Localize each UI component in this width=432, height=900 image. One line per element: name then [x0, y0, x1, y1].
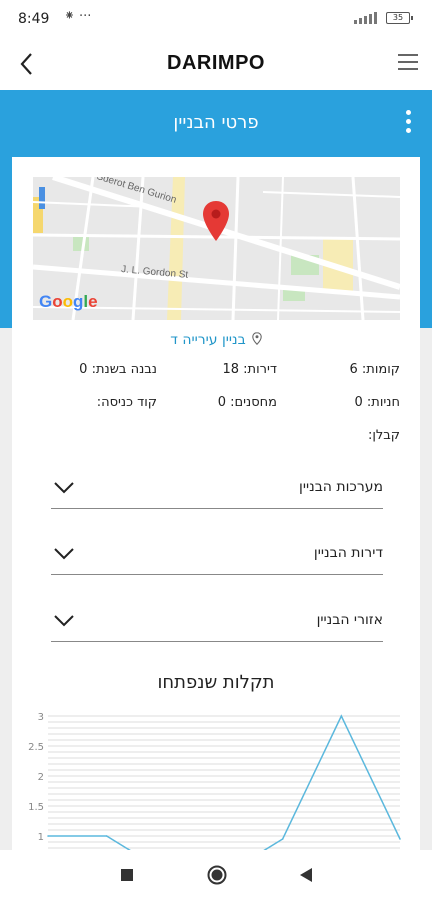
- built-year-value: נבנה בשנת: 0: [79, 362, 157, 377]
- section-building-areas[interactable]: אזורי הבניין: [51, 602, 383, 642]
- building-card: Sderot Ben Gurion J. L. Gordon St Google…: [12, 157, 420, 850]
- building-name: בניין עירייה ד: [170, 332, 246, 348]
- contractor-value: קבלן:: [367, 428, 400, 443]
- data-point: [105, 835, 108, 837]
- home-button[interactable]: [206, 865, 228, 885]
- section-label: אזורי הבניין: [316, 612, 383, 628]
- status-bar: 8:49 ⁕ ··· 35: [0, 0, 432, 40]
- status-right: 35: [354, 12, 413, 24]
- y-tick-label: 2: [38, 772, 44, 783]
- building-name-link[interactable]: בניין עירייה ד: [12, 332, 420, 348]
- shops-value: חניות: 0: [354, 395, 401, 410]
- dot-icon: [406, 110, 411, 115]
- status-notification-icons: ⁕ ···: [64, 9, 92, 24]
- info-row: קומות: 6 דירות: 18 נבנה בשנת: 0: [33, 362, 400, 382]
- section-label: דירות הבניין: [313, 545, 383, 561]
- menu-line-icon: [398, 61, 418, 63]
- status-time: 8:49: [18, 11, 50, 27]
- map-pin-icon: [203, 201, 229, 241]
- opened-faults-chart: 32.521.510.5: [28, 712, 401, 850]
- page-title: פרטי הבניין: [173, 112, 259, 133]
- data-point: [281, 838, 284, 840]
- location-pin-icon: [252, 332, 262, 345]
- data-point: [399, 838, 401, 840]
- menu-line-icon: [398, 54, 418, 56]
- chevron-down-icon: [54, 482, 74, 494]
- map-view[interactable]: Sderot Ben Gurion J. L. Gordon St Google: [33, 177, 400, 320]
- chevron-down-icon: [54, 615, 74, 627]
- entry-code-value: קוד כניסה:: [96, 395, 157, 410]
- y-tick-label: 2.5: [28, 742, 44, 753]
- data-point: [47, 835, 49, 837]
- dot-icon: [406, 128, 411, 133]
- info-row: קבלן:: [33, 428, 400, 448]
- data-point: [340, 715, 343, 717]
- y-tick-label: 3: [38, 712, 44, 723]
- section-building-systems[interactable]: מערכות הבניין: [51, 469, 383, 509]
- menu-line-icon: [398, 68, 418, 70]
- back-nav-button[interactable]: [298, 865, 314, 885]
- battery-icon: 35: [386, 12, 413, 24]
- apartments-value: דירות: 18: [222, 362, 278, 377]
- more-options-button[interactable]: [406, 110, 414, 138]
- app-header: DARIMPO: [0, 40, 432, 90]
- storages-value: מחסנים: 0: [217, 395, 277, 410]
- dot-icon: [406, 119, 411, 124]
- info-row: חניות: 0 מחסנים: 0 קוד כניסה:: [33, 395, 400, 415]
- google-logo: Google: [39, 292, 98, 311]
- y-tick-label: 1: [38, 832, 44, 843]
- y-tick-label: 1.5: [28, 802, 44, 813]
- hamburger-menu-button[interactable]: [398, 54, 418, 74]
- section-label: מערכות הבניין: [299, 479, 383, 495]
- recents-button[interactable]: [120, 865, 134, 885]
- system-nav-bar: [0, 850, 432, 900]
- app-title: DARIMPO: [167, 52, 265, 74]
- floors-value: קומות: 6: [349, 362, 400, 377]
- chart-title: תקלות שנפתחו: [157, 672, 275, 693]
- chevron-down-icon: [54, 548, 74, 560]
- signal-icon: [354, 12, 380, 24]
- section-building-apartments[interactable]: דירות הבניין: [51, 535, 383, 575]
